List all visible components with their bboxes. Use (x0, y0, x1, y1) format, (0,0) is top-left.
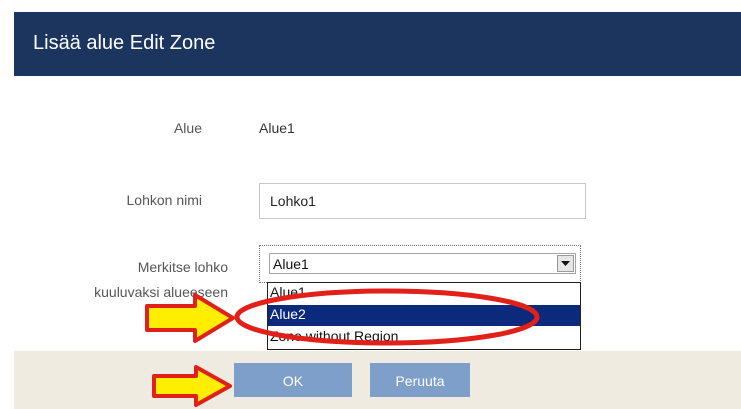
dialog-footer: OK Peruuta (14, 351, 741, 409)
chevron-down-icon[interactable] (557, 255, 574, 272)
alue-select[interactable]: Alue1 (259, 245, 581, 283)
alue-value: Alue1 (259, 120, 295, 136)
pointer-arrow-icon (152, 365, 232, 407)
lohkon-nimi-label: Lohkon nimi (126, 192, 203, 208)
alue-select-field[interactable]: Alue1 (269, 253, 576, 274)
alue-select-value: Alue1 (273, 256, 309, 272)
cancel-button[interactable]: Peruuta (370, 363, 470, 397)
lohkon-nimi-input[interactable] (259, 183, 586, 219)
alue-label: Alue (173, 120, 202, 136)
merkitse-label-line1: Merkitse lohko (137, 259, 228, 275)
dialog-header: Lisää alue Edit Zone (14, 12, 741, 76)
edit-zone-dialog: Lisää alue Edit Zone Alue Alue1 Lohkon n… (14, 12, 741, 409)
ok-button[interactable]: OK (234, 363, 352, 397)
top-strip (0, 0, 741, 12)
dialog-title: Lisää alue Edit Zone (33, 32, 216, 54)
highlight-oval-annotation (234, 288, 540, 346)
pointer-arrow-icon (145, 293, 235, 343)
